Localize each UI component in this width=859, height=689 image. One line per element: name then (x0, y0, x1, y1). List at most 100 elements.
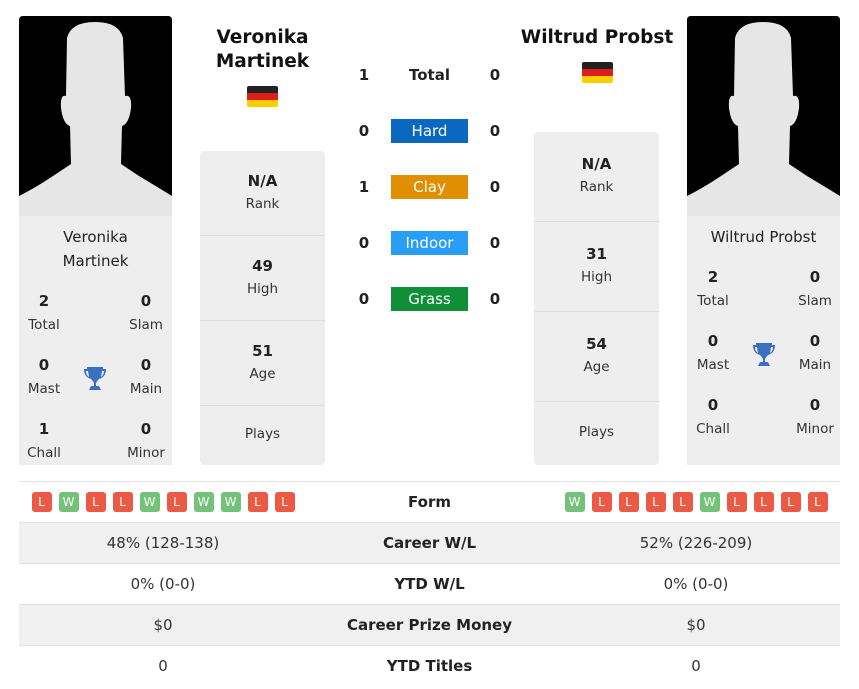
label: Plays (578, 424, 615, 440)
form-badge-loss[interactable]: L (112, 492, 133, 512)
player1-ytd-wl: 0% (0-0) (130, 575, 196, 593)
label: Slam (129, 317, 163, 333)
label: Slam (798, 293, 832, 309)
player2-titles-chall: 0 Chall (683, 395, 743, 439)
table-row: 48% (128-138) Career W/L 52% (226-209) (19, 522, 840, 563)
player1-titles-slam: 0 Slam (116, 291, 176, 335)
row-label: YTD Titles (386, 657, 473, 675)
form-badge-loss[interactable]: L (672, 492, 693, 512)
value: 0 (140, 420, 152, 438)
value: 0 (809, 268, 821, 286)
player2-card-name: Wiltrud Probst (710, 228, 817, 246)
h2h-hard-row: 0 Hard 0 (340, 117, 520, 145)
surface-label: Total (409, 66, 450, 84)
table-row: 0 YTD Titles 0 (19, 645, 840, 686)
player2-titles-minor: 0 Minor (785, 395, 845, 439)
player1-plays: Plays (200, 406, 325, 465)
value: N/A (247, 172, 278, 190)
form-badge-loss[interactable]: L (645, 492, 666, 512)
player1-stats-card: N/A Rank 49 High 51 Age Plays (200, 151, 325, 465)
player2-prize-money: $0 (686, 616, 706, 634)
label: Main (798, 357, 832, 373)
value: 0 (809, 396, 821, 414)
form-badge-win[interactable]: W (139, 492, 160, 512)
player2-age: 54 Age (534, 312, 659, 402)
value: 0 (140, 292, 152, 310)
form-badge-win[interactable]: W (58, 492, 79, 512)
h2h-grass-row: 0 Grass 0 (340, 285, 520, 313)
value: N/A (581, 155, 612, 173)
surface-badge-clay[interactable]: Clay (391, 175, 468, 199)
value: 54 (586, 335, 607, 353)
label: Rank (579, 179, 614, 195)
form-badge-loss[interactable]: L (726, 492, 747, 512)
h2h-total-row: 1 Total 0 (340, 61, 520, 89)
player1-photo (19, 16, 172, 216)
form-badge-loss[interactable]: L (166, 492, 187, 512)
player1-age: 51 Age (200, 321, 325, 406)
form-badge-loss[interactable]: L (618, 492, 639, 512)
label: Mast (696, 357, 730, 373)
form-badge-loss[interactable]: L (85, 492, 106, 512)
p2-count: 0 (489, 178, 501, 196)
trophy-icon (752, 341, 776, 369)
label: Plays (244, 426, 281, 442)
value: 2 (38, 292, 50, 310)
form-badge-loss[interactable]: L (31, 492, 52, 512)
label: Age (249, 366, 276, 382)
germany-flag-icon (247, 86, 278, 107)
player2-ytd-titles: 0 (691, 657, 701, 675)
label: Minor (127, 445, 165, 461)
player2-plays: Plays (534, 402, 659, 465)
form-badge-loss[interactable]: L (807, 492, 828, 512)
label: Total (697, 293, 729, 309)
label: Minor (796, 421, 834, 437)
p1-count: 0 (358, 122, 370, 140)
row-label: YTD W/L (394, 575, 465, 593)
player1-titles-mast: 0 Mast (14, 355, 74, 399)
player2-ytd-wl: 0% (0-0) (663, 575, 729, 593)
player2-titles-mast: 0 Mast (683, 331, 743, 375)
form-badge-win[interactable]: W (220, 492, 241, 512)
surface-badge-hard[interactable]: Hard (391, 119, 468, 143)
value: 51 (252, 342, 273, 360)
label: Age (583, 359, 610, 375)
p2-count: 0 (489, 66, 501, 84)
player2-stats-card: N/A Rank 31 High 54 Age Plays (534, 132, 659, 465)
player2-career-wl: 52% (226-209) (639, 534, 753, 552)
form-badge-loss[interactable]: L (247, 492, 268, 512)
player2-high: 31 High (534, 222, 659, 312)
form-badge-win[interactable]: W (699, 492, 720, 512)
player2-titles-main: 0 Main (785, 331, 845, 375)
value: 0 (140, 356, 152, 374)
form-badge-win[interactable]: W (564, 492, 585, 512)
form-badge-win[interactable]: W (193, 492, 214, 512)
player1-high: 49 High (200, 236, 325, 321)
player2-card: Wiltrud Probst 2 Total 0 Slam 0 Mast 0 Main … (687, 216, 840, 465)
h2h-clay-row: 1 Clay 0 (340, 173, 520, 201)
label: Chall (27, 445, 61, 461)
p2-count: 0 (489, 290, 501, 308)
form-badge-loss[interactable]: L (274, 492, 295, 512)
surface-badge-grass[interactable]: Grass (391, 287, 468, 311)
player2-name[interactable]: Wiltrud Probst (510, 26, 684, 50)
form-badge-loss[interactable]: L (780, 492, 801, 512)
p1-count: 0 (358, 234, 370, 252)
value: 0 (707, 396, 719, 414)
player1-titles-main: 0 Main (116, 355, 176, 399)
label: Mast (27, 381, 61, 397)
player1-prize-money: $0 (153, 616, 173, 634)
player2-titles-slam: 0 Slam (785, 267, 845, 311)
p2-count: 0 (489, 234, 501, 252)
player1-name[interactable]: Veronika Martinek (200, 26, 325, 74)
player1-titles-total: 2 Total (14, 291, 74, 335)
surface-badge-indoor[interactable]: Indoor (391, 231, 468, 255)
form-badge-loss[interactable]: L (753, 492, 774, 512)
player2-photo (687, 16, 840, 216)
germany-flag-icon (582, 62, 613, 83)
h2h-indoor-row: 0 Indoor 0 (340, 229, 520, 257)
label: Main (129, 381, 163, 397)
p1-count: 1 (358, 66, 370, 84)
form-badge-loss[interactable]: L (591, 492, 612, 512)
value: 0 (707, 332, 719, 350)
